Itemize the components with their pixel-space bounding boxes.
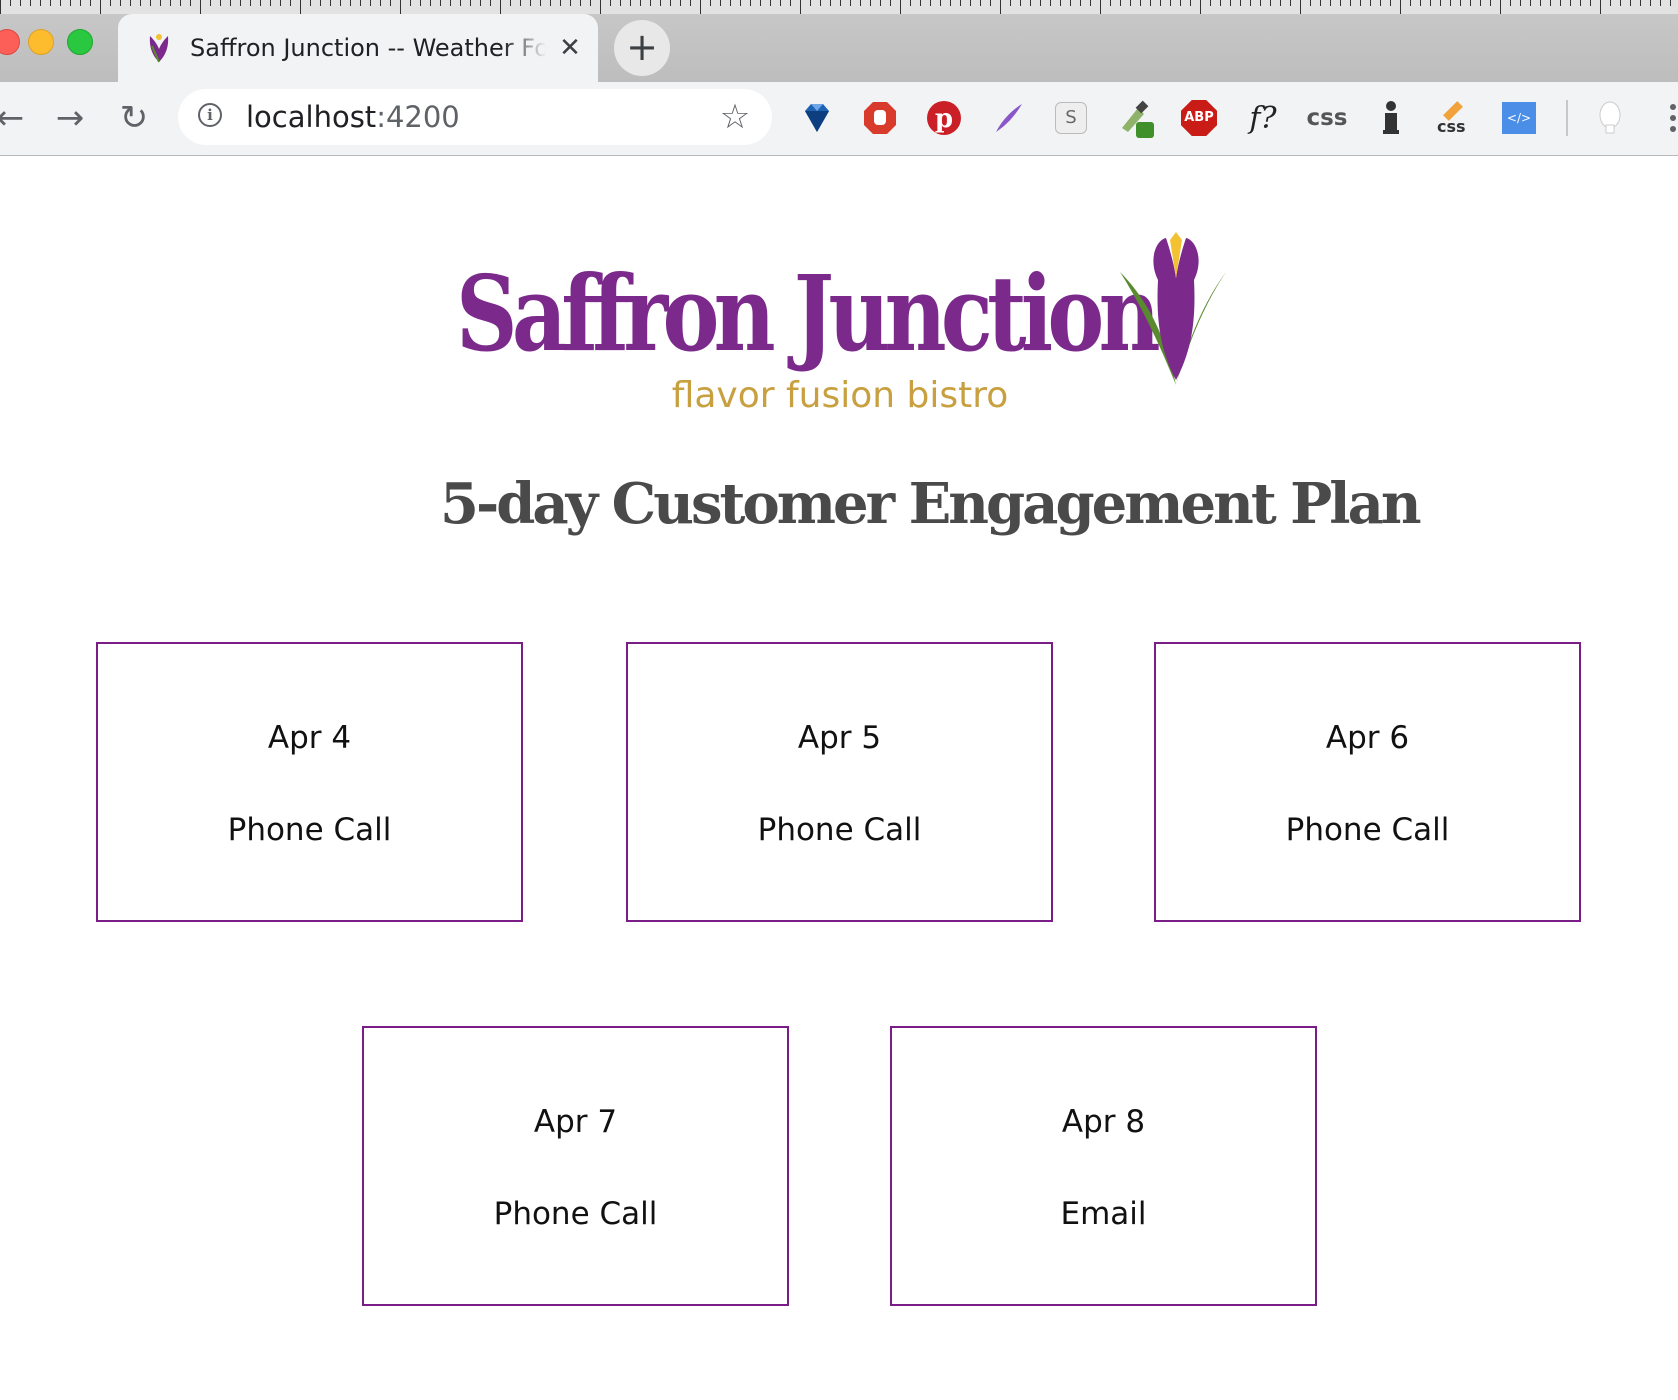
eyedropper-extension-icon[interactable]	[1114, 97, 1156, 139]
plan-action: Phone Call	[227, 812, 392, 848]
url-host: localhost	[246, 100, 377, 134]
plan-action: Phone Call	[1285, 812, 1450, 848]
plan-date: Apr 7	[533, 1104, 618, 1140]
tab-title: Saffron Junction -- Weather Forecast	[190, 34, 546, 62]
reload-icon[interactable]: ↻	[114, 98, 154, 138]
quill-extension-icon[interactable]	[987, 97, 1029, 139]
code-extension-icon[interactable]: </>	[1498, 97, 1540, 139]
plan-date: Apr 5	[797, 720, 882, 756]
minimize-window-button[interactable]	[28, 29, 54, 55]
s-extension-icon[interactable]: S	[1050, 97, 1092, 139]
browser-tab-strip: Saffron Junction -- Weather Forecast ✕ +	[0, 0, 1678, 82]
site-info-icon[interactable]: i	[198, 103, 222, 127]
toolbar-separator	[1566, 100, 1568, 136]
plan-action: Phone Call	[757, 812, 922, 848]
diamond-extension-icon[interactable]	[796, 97, 838, 139]
browser-tab-active[interactable]: Saffron Junction -- Weather Forecast ✕	[118, 14, 598, 82]
font-finder-extension-icon[interactable]: f?	[1242, 97, 1284, 139]
plan-action: Phone Call	[493, 1196, 658, 1232]
address-bar[interactable]: i localhost:4200 ☆	[178, 89, 772, 145]
s-extension-label: S	[1055, 102, 1087, 134]
plan-card-day-1: Apr 4 Phone Call	[96, 642, 523, 922]
zoom-window-button[interactable]	[67, 29, 93, 55]
menu-kebab-icon[interactable]	[1652, 97, 1678, 139]
plan-action: Email	[1060, 1196, 1147, 1232]
css-pencil-label: css	[1437, 117, 1466, 136]
logo-tagline: flavor fusion bistro	[671, 375, 1009, 416]
forward-arrow-icon[interactable]: →	[50, 98, 90, 138]
back-arrow-icon[interactable]: ←	[0, 98, 30, 138]
css-viewer-extension-icon[interactable]: css	[1306, 97, 1348, 139]
stop-hand-extension-icon[interactable]	[859, 97, 901, 139]
profile-avatar-icon[interactable]	[1589, 97, 1631, 139]
info-person-extension-icon[interactable]	[1370, 97, 1412, 139]
pinterest-extension-icon[interactable]: p	[923, 97, 965, 139]
crocus-favicon-icon	[149, 34, 169, 63]
plan-card-day-2: Apr 5 Phone Call	[626, 642, 1053, 922]
bookmark-star-icon[interactable]: ☆	[716, 98, 754, 136]
plan-date: Apr 8	[1061, 1104, 1146, 1140]
css-pencil-extension-icon[interactable]: css	[1434, 97, 1476, 139]
code-extension-label: </>	[1502, 102, 1536, 134]
plan-date: Apr 4	[267, 720, 352, 756]
url-port: :4200	[376, 100, 460, 134]
font-finder-label: f?	[1249, 100, 1277, 136]
new-tab-button[interactable]: +	[614, 20, 670, 76]
adblock-plus-extension-icon[interactable]: ABP	[1178, 97, 1220, 139]
close-window-button[interactable]	[0, 29, 20, 55]
pixel-ruler	[0, 0, 1678, 14]
page-title: 5-day Customer Engagement Plan	[440, 471, 1422, 537]
svg-text:p: p	[935, 104, 953, 134]
url-text[interactable]: localhost:4200	[246, 99, 460, 135]
plan-card-day-5: Apr 8 Email	[890, 1026, 1317, 1306]
plan-card-day-4: Apr 7 Phone Call	[362, 1026, 789, 1306]
css-viewer-label: css	[1306, 105, 1348, 131]
adblock-plus-label: ABP	[1181, 100, 1217, 136]
plan-date: Apr 6	[1325, 720, 1410, 756]
tab-close-icon[interactable]: ✕	[554, 32, 586, 64]
crocus-logo-icon	[1120, 232, 1226, 385]
browser-toolbar: ← → ↻ i localhost:4200 ☆ p S ABP f? css …	[0, 82, 1678, 156]
plan-card-day-3: Apr 6 Phone Call	[1154, 642, 1581, 922]
